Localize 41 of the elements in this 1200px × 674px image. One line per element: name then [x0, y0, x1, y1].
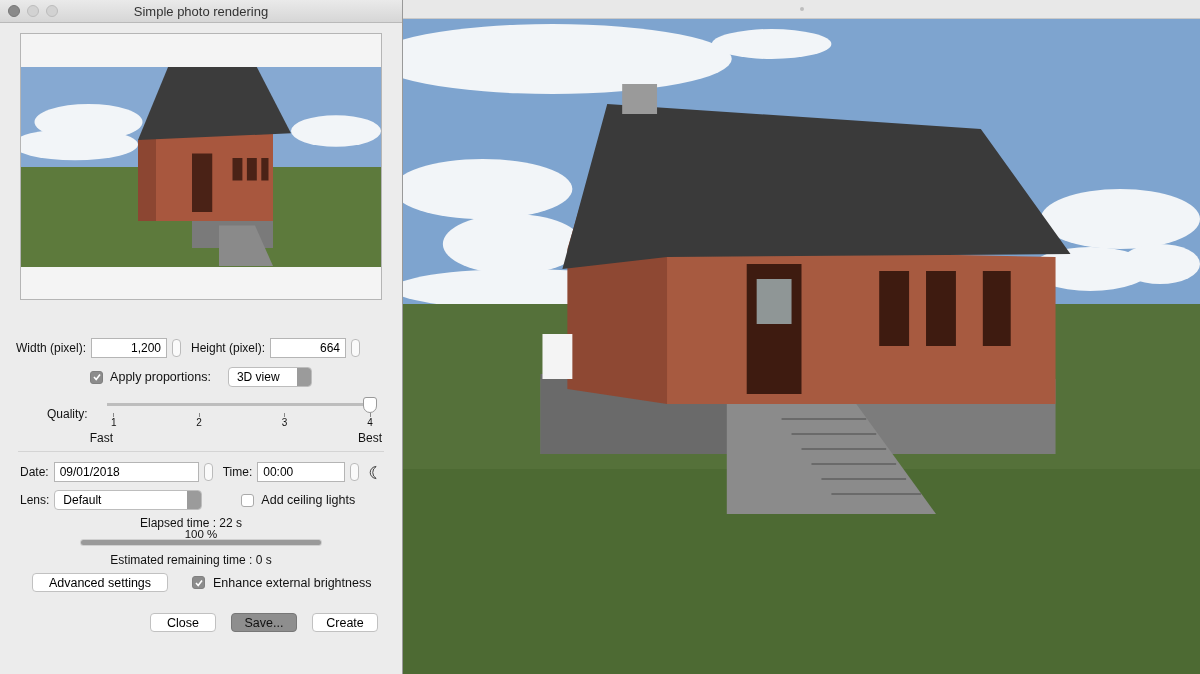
moon-icon[interactable] — [367, 464, 379, 480]
slider-thumb[interactable] — [363, 397, 377, 413]
window-title: Simple photo rendering — [133, 3, 269, 19]
fast-label: Fast — [89, 431, 114, 445]
date-label: Date: — [20, 465, 49, 479]
quality-label: Quality: — [47, 407, 88, 423]
stepper-icon[interactable] — [203, 463, 213, 481]
checkbox[interactable] — [241, 493, 255, 507]
lens-dropdown[interactable]: Default — [54, 490, 203, 510]
dialog-button[interactable]: Create — [312, 613, 378, 632]
enhance-brightness-label: Enhance external brightness — [213, 575, 372, 590]
tick-label: 2 — [196, 417, 202, 428]
elapsed-time-text: Elapsed time : 22 s — [138, 516, 244, 530]
lens-label: Lens: — [20, 493, 50, 507]
stepper-icon[interactable] — [172, 339, 181, 357]
date-field[interactable]: 09/01/2018 — [53, 462, 199, 482]
advanced-settings-button[interactable]: Advanced settings — [32, 573, 168, 592]
close-icon[interactable] — [8, 5, 20, 17]
dialog-button[interactable]: Save... — [231, 613, 297, 632]
ceiling-lights-label: Add ceiling lights — [261, 493, 356, 507]
tick-label: 4 — [367, 417, 373, 428]
time-field[interactable]: 00:00 — [257, 462, 346, 482]
time-label: Time: — [222, 465, 253, 479]
tick-label: 3 — [281, 417, 288, 428]
dialog-button[interactable]: Close — [150, 613, 216, 632]
height-label: Height (pixel): — [191, 341, 266, 355]
progress-percent: 100 % — [183, 528, 219, 540]
height-field[interactable]: 664 — [270, 338, 347, 358]
tick-label: 1 — [110, 417, 117, 428]
width-label: Width (pixel): — [16, 341, 86, 355]
width-field[interactable]: 1,200 — [91, 338, 167, 358]
proportions-dropdown[interactable]: 3D view — [227, 367, 312, 387]
checkbox[interactable] — [90, 370, 104, 384]
best-label: Best — [358, 431, 382, 445]
zoom-icon[interactable] — [46, 5, 58, 17]
checkbox[interactable] — [192, 576, 205, 589]
minimize-icon[interactable] — [27, 5, 39, 17]
remaining-time-text: Estimated remaining time : 0 s — [109, 553, 273, 567]
apply-proportions-label: Apply proportions: — [110, 370, 211, 384]
stepper-icon[interactable] — [350, 463, 360, 481]
stepper-icon[interactable] — [351, 339, 361, 357]
